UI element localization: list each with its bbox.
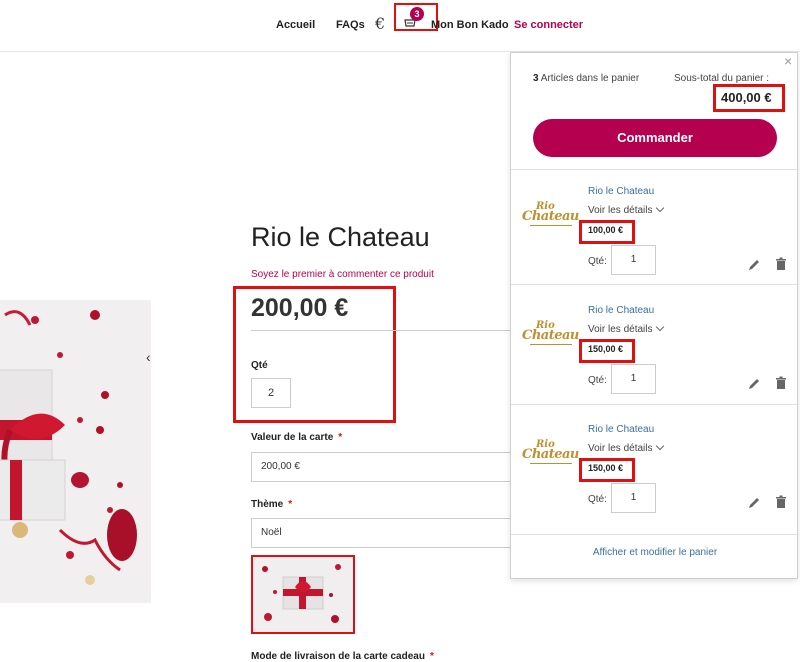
qty-input[interactable]: 2 [251, 378, 291, 408]
nav-mon-bon-kado[interactable]: Mon Bon Kado [431, 19, 509, 31]
qty-label: Qté: [588, 256, 607, 267]
theme-select[interactable]: Noël [251, 518, 513, 548]
qty-label: Qté: [588, 494, 607, 505]
cart-count-badge: 3 [410, 7, 424, 21]
cart-item-qty-input[interactable]: 1 [611, 245, 656, 275]
nav-accueil[interactable]: Accueil [276, 19, 315, 31]
close-icon[interactable]: × [784, 53, 792, 69]
nav-se-connecter[interactable]: Se connecter [514, 19, 583, 31]
subtotal-amount: 400,00 € [721, 90, 772, 105]
gift-photo [0, 300, 151, 603]
cart-item: Rio Chateau Rio le Chateau Voir les déta… [511, 296, 799, 415]
trash-icon[interactable] [774, 376, 788, 390]
cart-item-price: 150,00 € [588, 463, 624, 473]
checkout-button[interactable]: Commander [533, 119, 777, 157]
cart-item-name[interactable]: Rio le Chateau [588, 305, 654, 316]
see-details-toggle[interactable]: Voir les détails [588, 441, 665, 454]
pencil-icon[interactable] [747, 377, 761, 391]
cart-item: Rio Chateau Rio le Chateau Voir les déta… [511, 415, 799, 534]
chevron-down-icon [656, 441, 665, 451]
gallery-next-arrow[interactable]: ‹ [146, 349, 151, 365]
cart-item-qty-input[interactable]: 1 [611, 483, 656, 513]
divider [511, 284, 799, 285]
divider [511, 534, 799, 535]
mini-cart-dropdown: × 3 Articles dans le panier Sous-total d… [510, 52, 799, 579]
trash-icon[interactable] [774, 257, 788, 271]
divider [251, 330, 513, 331]
card-value-label: Valeur de la carte * [251, 432, 343, 443]
chevron-down-icon [656, 322, 665, 332]
product-image[interactable] [0, 300, 151, 603]
divider [511, 169, 799, 170]
product-title: Rio le Chateau [251, 222, 430, 252]
divider [511, 404, 799, 405]
chevron-down-icon [656, 203, 665, 213]
product-logo: Rio Chateau [522, 201, 579, 226]
cart-item-count: 3 Articles dans le panier [533, 73, 640, 84]
qty-label: Qté: [588, 375, 607, 386]
delivery-label: Mode de livraison de la carte cadeau * [251, 651, 434, 662]
see-details-toggle[interactable]: Voir les détails [588, 203, 665, 216]
theme-thumbnail[interactable] [251, 555, 355, 634]
qty-label: Qté [251, 360, 268, 371]
theme-label: Thème * [251, 499, 293, 510]
site-header: Accueil FAQs € 3 Mon Bon Kado Se connect… [0, 0, 800, 52]
product-price: 200,00 € [251, 294, 349, 322]
product-logo: Rio Chateau [522, 439, 579, 464]
review-link[interactable]: Soyez le premier à commenter ce produit [251, 269, 434, 280]
cart-item-name[interactable]: Rio le Chateau [588, 186, 654, 197]
product-logo: Rio Chateau [522, 320, 579, 345]
view-cart-link[interactable]: Afficher et modifier le panier [511, 547, 799, 558]
nav-faqs[interactable]: FAQs [336, 19, 365, 31]
cart-item-price: 100,00 € [588, 225, 624, 235]
subtotal-label: Sous-total du panier : [674, 73, 770, 84]
see-details-toggle[interactable]: Voir les détails [588, 322, 665, 335]
cart-item-name[interactable]: Rio le Chateau [588, 424, 654, 435]
theme-thumbnail-image [253, 557, 353, 632]
pencil-icon[interactable] [747, 258, 761, 272]
trash-icon[interactable] [774, 495, 788, 509]
cart-item-price: 150,00 € [588, 344, 624, 354]
card-value-select[interactable]: 200,00 € [251, 452, 513, 482]
cart-item: Rio Chateau Rio le Chateau Voir les déta… [511, 177, 799, 296]
currency-switcher[interactable]: € [375, 14, 385, 33]
cart-item-qty-input[interactable]: 1 [611, 364, 656, 394]
pencil-icon[interactable] [747, 496, 761, 510]
